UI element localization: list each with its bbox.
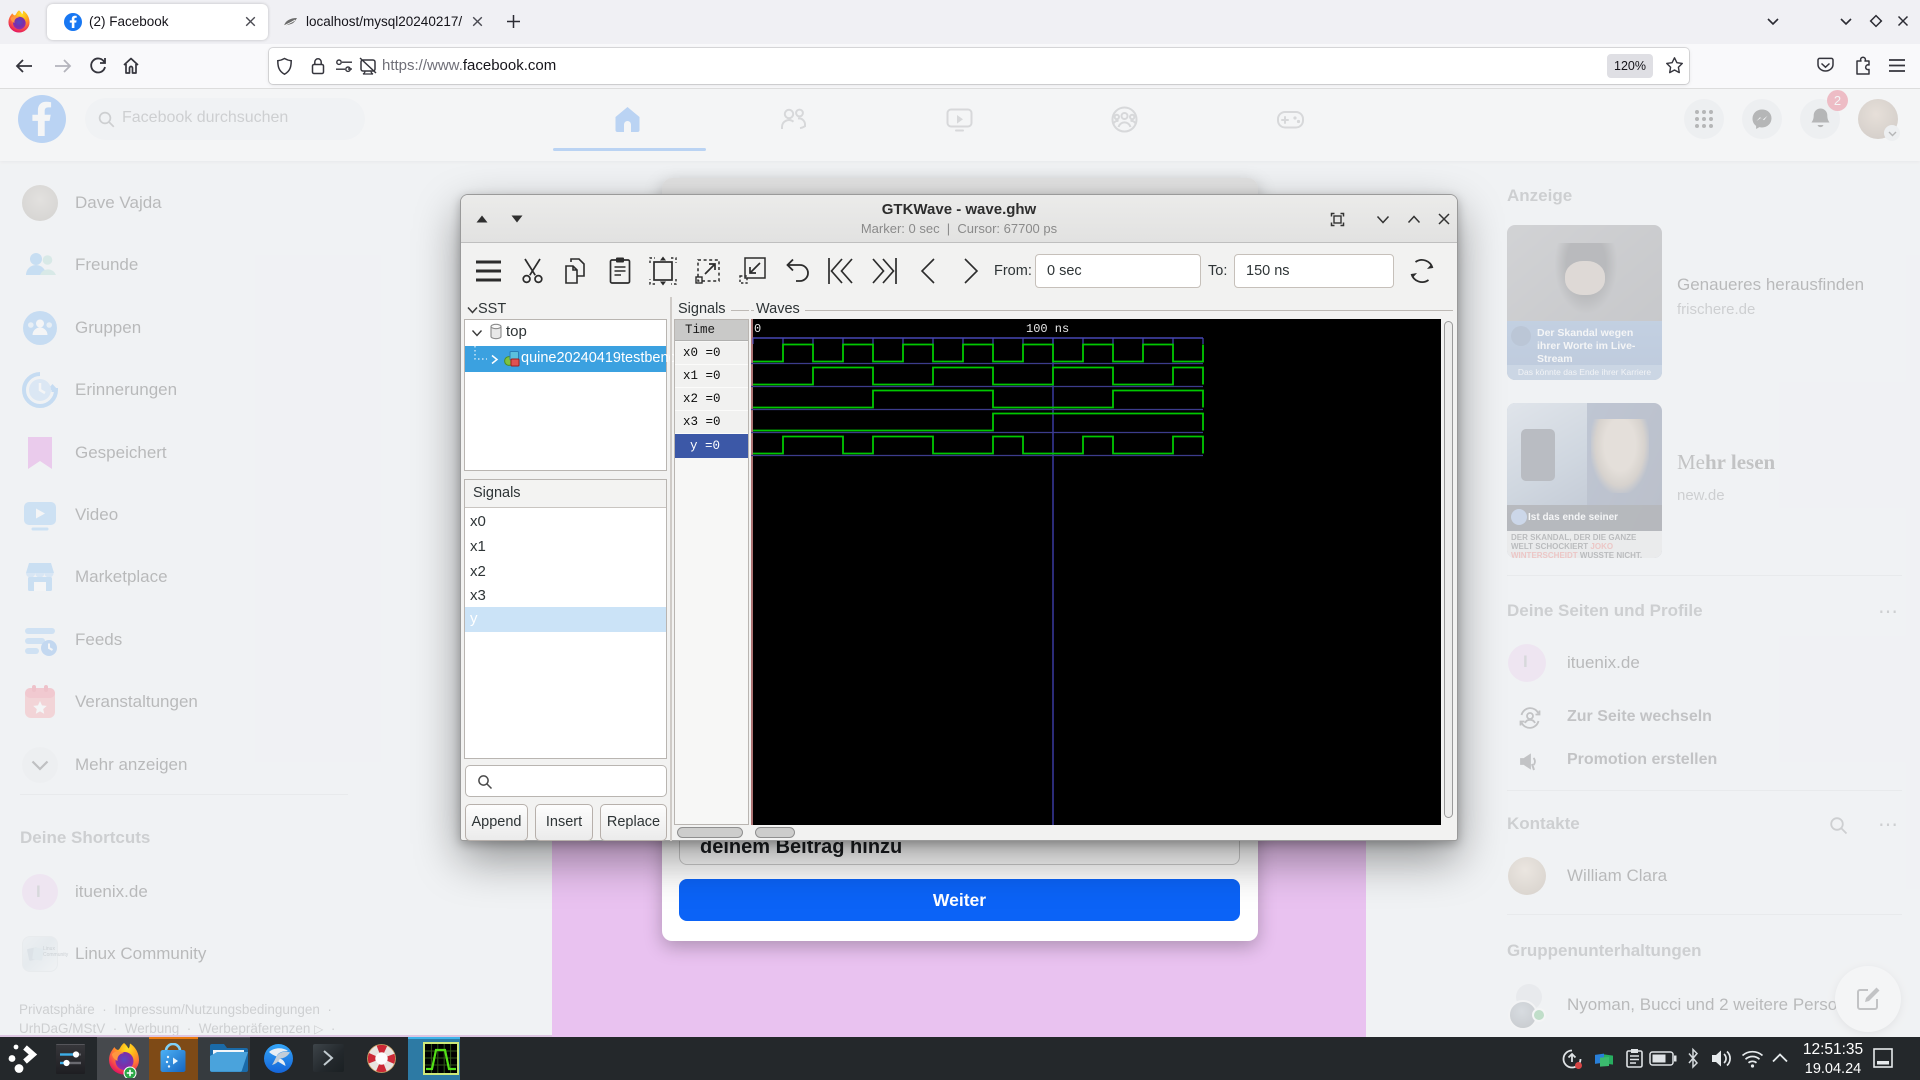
svg-text:100 ns: 100 ns bbox=[1026, 322, 1069, 336]
svg-text:0: 0 bbox=[754, 322, 761, 336]
